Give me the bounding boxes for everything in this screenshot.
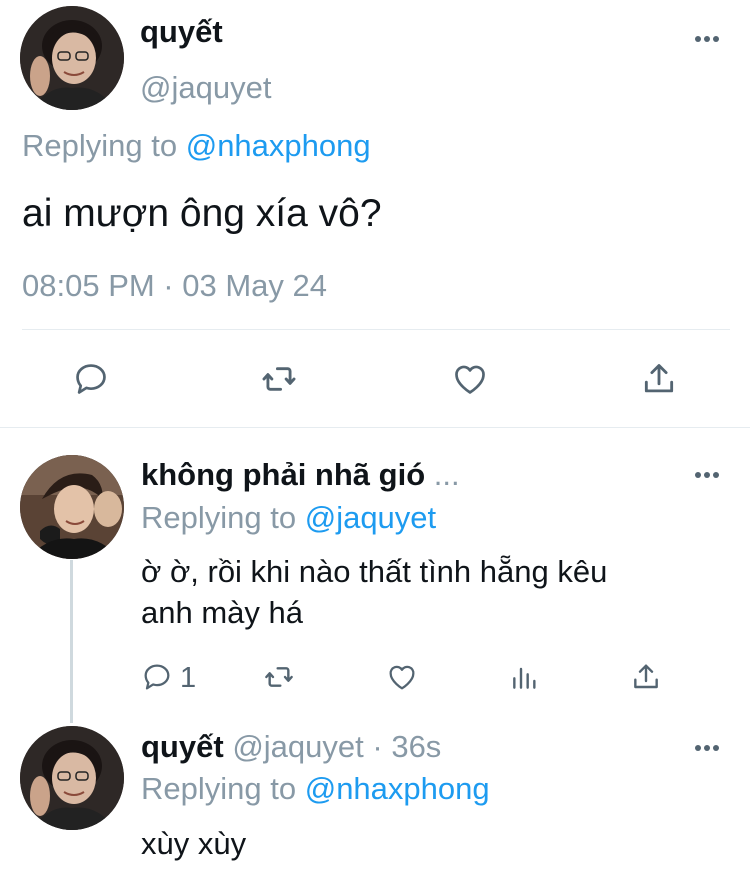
handle[interactable]: @jaquyet bbox=[140, 70, 271, 106]
share-icon[interactable] bbox=[630, 660, 662, 694]
reply-text: xùy xùy bbox=[141, 826, 247, 861]
replying-to-label: Replying to bbox=[141, 500, 297, 535]
like-icon[interactable] bbox=[385, 661, 419, 693]
reply-count: 1 bbox=[180, 662, 197, 694]
avatar[interactable] bbox=[20, 726, 124, 830]
more-options-icon[interactable] bbox=[695, 745, 719, 751]
replying-to-handle[interactable]: @nhaxphong bbox=[186, 128, 371, 163]
reply-header: quyết @jaquyet · 36s bbox=[141, 728, 441, 766]
analytics-icon[interactable] bbox=[509, 660, 541, 694]
display-name[interactable]: quyết bbox=[140, 14, 223, 50]
name-ellipsis: ... bbox=[433, 457, 460, 492]
share-icon[interactable] bbox=[640, 359, 678, 399]
replying-to-handle[interactable]: @nhaxphong bbox=[305, 771, 490, 806]
reply-header: không phải nhã gió ... bbox=[141, 457, 460, 493]
avatar[interactable] bbox=[20, 455, 124, 559]
reply-icon[interactable] bbox=[141, 661, 173, 693]
display-name[interactable]: không phải nhã gió bbox=[141, 457, 425, 492]
separator: · bbox=[372, 729, 383, 764]
more-options-icon[interactable] bbox=[695, 36, 719, 42]
replying-to: Replying to @jaquyet bbox=[141, 499, 436, 537]
reply-text-line-2: anh mày há bbox=[141, 595, 303, 630]
replying-to: Replying to @nhaxphong bbox=[22, 127, 371, 165]
like-icon[interactable] bbox=[450, 360, 490, 398]
display-name[interactable]: quyết bbox=[141, 729, 224, 764]
replying-to-label: Replying to bbox=[141, 771, 297, 806]
thread-line bbox=[70, 560, 73, 723]
replying-to: Replying to @nhaxphong bbox=[141, 770, 490, 808]
section-divider bbox=[0, 427, 750, 428]
retweet-icon[interactable] bbox=[259, 360, 299, 398]
retweet-icon[interactable] bbox=[262, 661, 296, 693]
handle[interactable]: @jaquyet bbox=[232, 729, 363, 764]
reply-icon[interactable] bbox=[72, 360, 110, 398]
tweet-timestamp[interactable]: 08:05 PM · 03 May 24 bbox=[22, 267, 327, 305]
avatar[interactable] bbox=[20, 6, 124, 110]
more-options-icon[interactable] bbox=[695, 472, 719, 478]
reply-text-line-1: ờ ờ, rồi khi nào thất tình hẵng kêu bbox=[141, 554, 608, 589]
replying-to-label: Replying to bbox=[22, 128, 178, 163]
tweet-text: ai mượn ông xía vô? bbox=[22, 192, 382, 235]
replying-to-handle[interactable]: @jaquyet bbox=[305, 500, 436, 535]
divider bbox=[22, 329, 730, 330]
relative-time[interactable]: 36s bbox=[391, 729, 441, 764]
